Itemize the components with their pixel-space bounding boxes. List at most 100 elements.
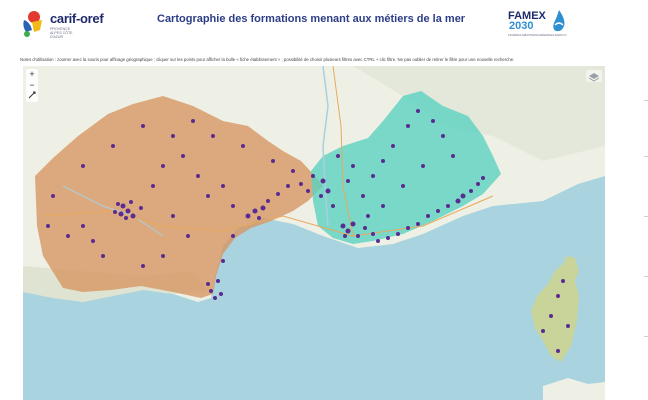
establishment-marker[interactable] bbox=[331, 204, 335, 208]
establishment-marker[interactable] bbox=[171, 134, 175, 138]
establishment-marker[interactable] bbox=[345, 228, 351, 234]
establishment-marker[interactable] bbox=[343, 234, 347, 238]
establishment-marker[interactable] bbox=[401, 184, 405, 188]
establishment-marker[interactable] bbox=[191, 119, 195, 123]
establishment-marker[interactable] bbox=[120, 203, 126, 209]
establishment-marker[interactable] bbox=[216, 279, 220, 283]
establishment-marker[interactable] bbox=[271, 159, 275, 163]
establishment-marker[interactable] bbox=[340, 223, 346, 229]
establishment-marker[interactable] bbox=[141, 124, 145, 128]
establishment-marker[interactable] bbox=[101, 254, 105, 258]
establishment-marker[interactable] bbox=[566, 324, 570, 328]
establishment-marker[interactable] bbox=[260, 205, 266, 211]
establishment-marker[interactable] bbox=[336, 154, 340, 158]
establishment-marker[interactable] bbox=[116, 202, 120, 206]
zoom-out-button[interactable]: − bbox=[26, 80, 38, 91]
establishment-marker[interactable] bbox=[356, 234, 360, 238]
establishment-marker[interactable] bbox=[451, 154, 455, 158]
establishment-marker[interactable] bbox=[476, 182, 480, 186]
establishment-marker[interactable] bbox=[460, 193, 466, 199]
establishment-marker[interactable] bbox=[51, 194, 55, 198]
establishment-marker[interactable] bbox=[311, 174, 315, 178]
establishment-marker[interactable] bbox=[306, 189, 310, 193]
establishment-marker[interactable] bbox=[111, 144, 115, 148]
establishment-marker[interactable] bbox=[469, 189, 473, 193]
establishment-marker[interactable] bbox=[245, 213, 251, 219]
establishment-marker[interactable] bbox=[350, 221, 356, 227]
establishment-marker[interactable] bbox=[141, 264, 145, 268]
establishment-marker[interactable] bbox=[266, 199, 270, 203]
establishment-marker[interactable] bbox=[130, 213, 136, 219]
establishment-marker[interactable] bbox=[549, 314, 553, 318]
establishment-marker[interactable] bbox=[363, 226, 367, 230]
establishment-marker[interactable] bbox=[91, 239, 95, 243]
establishment-marker[interactable] bbox=[481, 176, 485, 180]
establishment-marker[interactable] bbox=[231, 204, 235, 208]
establishment-marker[interactable] bbox=[406, 124, 410, 128]
establishment-marker[interactable] bbox=[206, 194, 210, 198]
establishment-marker[interactable] bbox=[206, 282, 210, 286]
establishment-marker[interactable] bbox=[366, 214, 370, 218]
map-viewport[interactable] bbox=[23, 66, 605, 400]
establishment-marker[interactable] bbox=[113, 210, 117, 214]
establishment-marker[interactable] bbox=[396, 232, 400, 236]
establishment-marker[interactable] bbox=[361, 194, 365, 198]
establishment-marker[interactable] bbox=[455, 198, 461, 204]
establishment-marker[interactable] bbox=[81, 164, 85, 168]
establishment-marker[interactable] bbox=[431, 119, 435, 123]
establishment-marker[interactable] bbox=[124, 216, 128, 220]
locate-icon[interactable] bbox=[26, 91, 38, 102]
establishment-marker[interactable] bbox=[556, 349, 560, 353]
zoom-in-button[interactable]: + bbox=[26, 69, 38, 80]
establishment-marker[interactable] bbox=[381, 204, 385, 208]
establishment-marker[interactable] bbox=[81, 224, 85, 228]
establishment-marker[interactable] bbox=[381, 159, 385, 163]
establishment-marker[interactable] bbox=[319, 194, 323, 198]
establishment-marker[interactable] bbox=[46, 224, 50, 228]
establishment-marker[interactable] bbox=[221, 259, 225, 263]
establishment-marker[interactable] bbox=[416, 109, 420, 113]
establishment-marker[interactable] bbox=[213, 296, 217, 300]
establishment-marker[interactable] bbox=[286, 184, 290, 188]
establishment-marker[interactable] bbox=[436, 209, 440, 213]
establishment-marker[interactable] bbox=[257, 216, 261, 220]
establishment-marker[interactable] bbox=[231, 234, 235, 238]
establishment-marker[interactable] bbox=[181, 154, 185, 158]
establishment-marker[interactable] bbox=[211, 134, 215, 138]
establishment-marker[interactable] bbox=[320, 178, 326, 184]
establishment-marker[interactable] bbox=[541, 329, 545, 333]
establishment-marker[interactable] bbox=[125, 208, 131, 214]
establishment-marker[interactable] bbox=[196, 174, 200, 178]
establishment-marker[interactable] bbox=[325, 188, 331, 194]
establishment-marker[interactable] bbox=[291, 169, 295, 173]
establishment-marker[interactable] bbox=[276, 192, 280, 196]
establishment-marker[interactable] bbox=[118, 211, 124, 217]
establishment-marker[interactable] bbox=[219, 292, 223, 296]
basemap[interactable] bbox=[23, 66, 605, 400]
establishment-marker[interactable] bbox=[376, 239, 380, 243]
establishment-marker[interactable] bbox=[406, 226, 410, 230]
establishment-marker[interactable] bbox=[151, 184, 155, 188]
establishment-marker[interactable] bbox=[241, 144, 245, 148]
establishment-marker[interactable] bbox=[161, 164, 165, 168]
establishment-marker[interactable] bbox=[346, 179, 350, 183]
establishment-marker[interactable] bbox=[441, 134, 445, 138]
establishment-marker[interactable] bbox=[556, 294, 560, 298]
establishment-marker[interactable] bbox=[186, 234, 190, 238]
establishment-marker[interactable] bbox=[139, 206, 143, 210]
establishment-marker[interactable] bbox=[252, 208, 258, 214]
establishment-marker[interactable] bbox=[391, 144, 395, 148]
establishment-marker[interactable] bbox=[161, 254, 165, 258]
establishment-marker[interactable] bbox=[426, 214, 430, 218]
establishment-marker[interactable] bbox=[416, 222, 420, 226]
establishment-marker[interactable] bbox=[66, 234, 70, 238]
establishment-marker[interactable] bbox=[171, 214, 175, 218]
establishment-marker[interactable] bbox=[351, 164, 355, 168]
establishment-marker[interactable] bbox=[299, 182, 303, 186]
establishment-marker[interactable] bbox=[209, 289, 213, 293]
establishment-marker[interactable] bbox=[386, 236, 390, 240]
establishment-marker[interactable] bbox=[371, 174, 375, 178]
establishment-marker[interactable] bbox=[221, 184, 225, 188]
establishment-marker[interactable] bbox=[421, 164, 425, 168]
establishment-marker[interactable] bbox=[561, 279, 565, 283]
